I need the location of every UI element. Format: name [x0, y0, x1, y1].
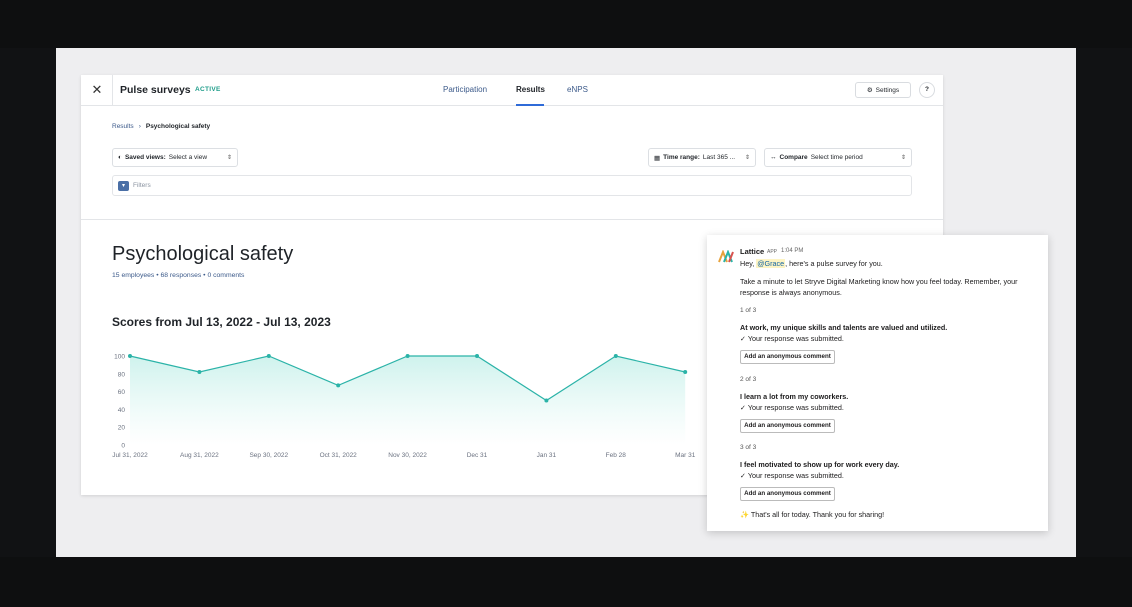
- x-tick-label: Dec 31: [467, 452, 488, 459]
- data-point[interactable]: [197, 370, 202, 375]
- y-tick-label: 80: [118, 371, 126, 378]
- intro-text: Take a minute to let Stryve Digital Mark…: [740, 277, 1018, 297]
- data-point[interactable]: [544, 398, 549, 403]
- question-text: I learn a lot from my coworkers.: [740, 392, 849, 401]
- data-point[interactable]: [683, 370, 688, 375]
- x-tick-label: Sep 30, 2022: [249, 452, 288, 459]
- x-tick-label: Nov 30, 2022: [388, 452, 427, 459]
- submitted-status: ✓ Your response was submitted.: [740, 334, 844, 343]
- x-tick-label: Jul 31, 2022: [112, 452, 148, 459]
- y-tick-label: 100: [114, 354, 125, 361]
- message-time: 1:04 PM: [781, 248, 804, 254]
- x-tick-label: Mar 31: [675, 452, 696, 459]
- question-text: At work, my unique skills and talents ar…: [740, 323, 948, 332]
- x-tick-label: Jan 31: [537, 452, 557, 459]
- data-point[interactable]: [128, 354, 132, 358]
- greeting-post: , here's a pulse survey for you.: [785, 259, 883, 268]
- add-comment-button[interactable]: Add an anonymous comment: [740, 487, 835, 501]
- y-tick-label: 0: [121, 443, 125, 450]
- question-step: 2 of 3: [740, 376, 757, 383]
- greeting-pre: Hey,: [740, 259, 757, 268]
- x-tick-label: Aug 31, 2022: [180, 452, 219, 459]
- app-tag: APP: [767, 249, 778, 255]
- question-step: 1 of 3: [740, 307, 757, 314]
- data-point[interactable]: [475, 354, 479, 358]
- data-point[interactable]: [405, 354, 410, 358]
- data-point[interactable]: [336, 383, 341, 388]
- submitted-status: ✓ Your response was submitted.: [740, 471, 844, 480]
- letterbox-bottom: [0, 557, 1132, 607]
- closing-text: ✨ That's all for today. Thank you for sh…: [740, 510, 885, 519]
- data-point[interactable]: [613, 354, 618, 358]
- slack-message-card: Lattice APP 1:04 PM Hey, @Grace, here's …: [707, 235, 1048, 531]
- submitted-status: ✓ Your response was submitted.: [740, 403, 844, 412]
- add-comment-button[interactable]: Add an anonymous comment: [740, 350, 835, 364]
- question-text: I feel motivated to show up for work eve…: [740, 460, 900, 469]
- lattice-logo-icon: [718, 250, 734, 263]
- letterbox-top: [0, 0, 1132, 48]
- question-step: 3 of 3: [740, 444, 757, 451]
- sender-name: Lattice: [740, 247, 765, 256]
- user-mention[interactable]: @Grace: [756, 259, 786, 268]
- y-tick-label: 40: [118, 407, 126, 414]
- greeting-text: Hey, @Grace, here's a pulse survey for y…: [740, 258, 883, 269]
- y-tick-label: 60: [118, 389, 126, 396]
- add-comment-button[interactable]: Add an anonymous comment: [740, 419, 835, 433]
- y-tick-label: 20: [118, 425, 126, 432]
- data-point[interactable]: [266, 354, 271, 358]
- x-tick-label: Feb 28: [606, 452, 627, 459]
- x-tick-label: Oct 31, 2022: [320, 452, 358, 459]
